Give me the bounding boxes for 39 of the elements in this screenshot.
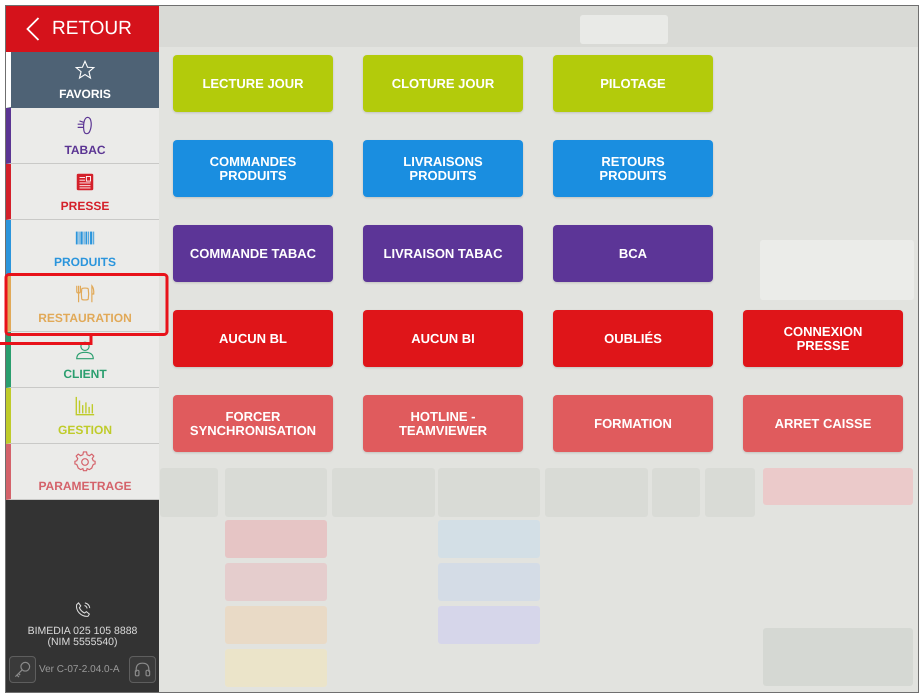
star-icon xyxy=(74,59,96,81)
key-button[interactable] xyxy=(9,656,36,683)
sidebar-item[interactable]: PARAMETRAGE xyxy=(6,444,159,500)
action-button[interactable]: OUBLIÉS xyxy=(553,310,713,367)
phone-icon xyxy=(74,601,92,619)
headset-icon xyxy=(133,660,152,679)
version-text: Ver C-07-2.04.0-A xyxy=(39,664,121,675)
action-button[interactable]: COMMANDE TABAC xyxy=(173,225,333,282)
chevron-icon xyxy=(26,17,40,41)
action-button[interactable]: FORCER SYNCHRONISATION xyxy=(173,395,333,452)
action-button[interactable]: RETOURS PRODUITS xyxy=(553,140,713,197)
action-button[interactable]: LIVRAISONS PRODUITS xyxy=(363,140,523,197)
cutlery-icon xyxy=(74,283,96,305)
support-id-text: (NIM 5555540) xyxy=(47,637,118,648)
sidebar-item[interactable]: PRODUITS xyxy=(6,220,159,276)
action-button[interactable]: BCA xyxy=(553,225,713,282)
gear-icon xyxy=(74,451,96,473)
action-button[interactable]: AUCUN BL xyxy=(173,310,333,367)
sidebar-item[interactable]: CLIENT xyxy=(6,332,159,388)
action-button[interactable]: LIVRAISON TABAC xyxy=(363,225,523,282)
back-button[interactable]: RETOUR xyxy=(6,6,159,52)
bar-chart-icon xyxy=(74,395,96,417)
action-button[interactable]: HOTLINE - TEAMVIEWER xyxy=(363,395,523,452)
sidebar-item[interactable]: TABAC xyxy=(6,108,159,164)
support-phone-text: BIMEDIA 025 105 8888 xyxy=(28,626,138,637)
action-button[interactable]: ARRET CAISSE xyxy=(743,395,903,452)
key-icon xyxy=(13,660,32,679)
action-button[interactable]: LECTURE JOUR xyxy=(173,55,333,112)
person-icon xyxy=(74,339,96,361)
newspaper-icon xyxy=(74,171,96,193)
sidebar-item[interactable]: FAVORIS xyxy=(6,52,159,108)
action-button[interactable]: CLOTURE JOUR xyxy=(363,55,523,112)
action-button[interactable]: COMMANDES PRODUITS xyxy=(173,140,333,197)
action-button[interactable]: CONNEXION PRESSE xyxy=(743,310,903,367)
sidebar-item[interactable]: PRESSE xyxy=(6,164,159,220)
action-button[interactable]: AUCUN BI xyxy=(363,310,523,367)
action-button[interactable]: PILOTAGE xyxy=(553,55,713,112)
action-button[interactable]: FORMATION xyxy=(553,395,713,452)
headset-button[interactable] xyxy=(129,656,156,683)
